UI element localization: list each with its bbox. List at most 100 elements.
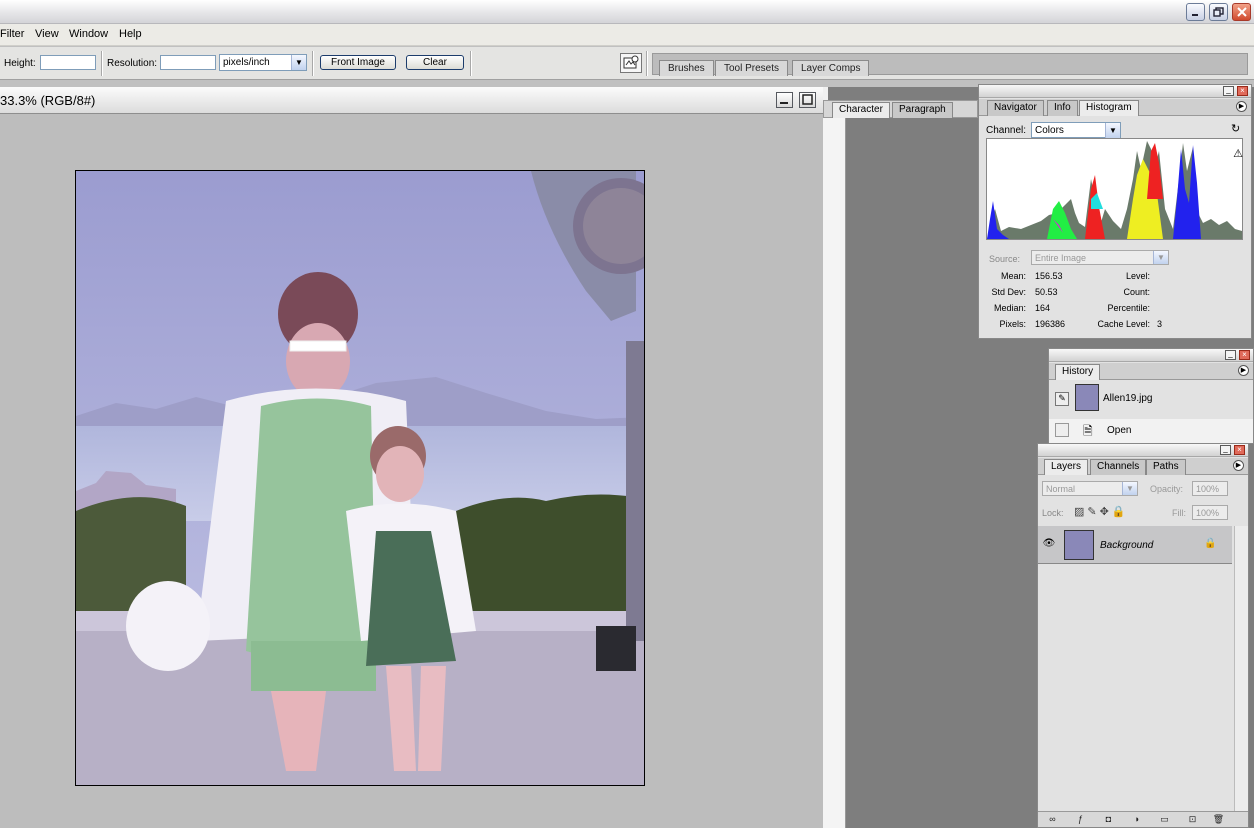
panel-header: _ × [1049, 349, 1253, 362]
histogram-panel: _ × Navigator Info Histogram ▶ Channel: … [978, 84, 1252, 339]
tab-paths[interactable]: Paths [1146, 459, 1186, 475]
restore-button[interactable] [1209, 3, 1228, 21]
lock-transparency-icon[interactable]: ▨ [1074, 506, 1087, 518]
histogram-graph [986, 138, 1243, 240]
clear-button[interactable]: Clear [406, 55, 464, 70]
open-state-label: Open [1107, 425, 1132, 436]
separator [646, 51, 648, 76]
blend-mode-select[interactable]: Normal ▼ [1042, 481, 1138, 496]
palette-menu-icon[interactable]: ▶ [1238, 365, 1249, 376]
title-bar [0, 0, 1254, 24]
layer-row-background[interactable]: 👁 Background 🔒 [1038, 526, 1232, 564]
height-input[interactable] [40, 55, 96, 70]
character-panel-body [823, 100, 846, 828]
channel-select[interactable]: Colors ▼ [1031, 122, 1121, 138]
percentile-label: Percentile: [1107, 303, 1150, 313]
well-tab-brushes[interactable]: Brushes [659, 60, 714, 76]
source-label: Source: [989, 254, 1021, 264]
tab-layers[interactable]: Layers [1044, 459, 1089, 475]
lock-move-icon[interactable]: ✥ [1100, 506, 1112, 518]
panel-minimize-button[interactable]: _ [1225, 350, 1236, 360]
chevron-down-icon: ▼ [1105, 123, 1120, 138]
tab-paragraph[interactable]: Paragraph [892, 102, 953, 118]
eye-icon[interactable]: 👁 [1042, 538, 1056, 552]
stddev-label: Std Dev: [991, 287, 1026, 297]
resolution-input[interactable] [160, 55, 216, 70]
mean-label: Mean: [1000, 271, 1026, 281]
file-browser-icon [623, 55, 639, 69]
minimize-icon [1192, 13, 1198, 16]
menu-help[interactable]: Help [119, 28, 142, 40]
layers-scrollbar[interactable] [1234, 526, 1248, 812]
palette-well: Brushes Tool Presets Layer Comps [652, 53, 1248, 76]
warning-icon: ⚠ [1233, 148, 1243, 160]
height-label: Height: [4, 58, 36, 69]
snapshot-thumbnail [1075, 384, 1099, 411]
history-state-open[interactable]: 🗎 Open [1049, 419, 1253, 443]
menu-window[interactable]: Window [69, 28, 108, 40]
tab-character[interactable]: Character [832, 102, 890, 118]
layers-toolbar: ∞ ƒ ◘ ◑ ▭ ⊡ 🗑 [1038, 811, 1248, 827]
fill-input[interactable]: 100% [1192, 505, 1228, 520]
panel-minimize-button[interactable]: _ [1220, 445, 1231, 455]
opacity-input[interactable]: 100% [1192, 481, 1228, 496]
menu-view[interactable]: View [35, 28, 59, 40]
minimize-button[interactable] [1186, 3, 1205, 21]
chevron-down-icon: ▼ [1122, 482, 1137, 495]
panel-close-button[interactable]: × [1239, 350, 1250, 360]
resolution-units-select[interactable]: pixels/inch ▼ [219, 54, 307, 71]
pixels-value: 196386 [1035, 319, 1066, 329]
tab-info[interactable]: Info [1047, 100, 1078, 116]
document-icon: 🗎 [1083, 424, 1093, 438]
well-tab-layer-comps[interactable]: Layer Comps [792, 60, 870, 76]
opacity-label: Opacity: [1150, 484, 1184, 494]
file-browser-button[interactable] [620, 53, 642, 73]
refresh-icon[interactable]: ↻ [1231, 124, 1243, 136]
canvas-photo[interactable] [75, 170, 645, 786]
panel-header: _ × [1038, 444, 1248, 457]
palette-menu-icon[interactable]: ▶ [1236, 101, 1247, 112]
tab-channels[interactable]: Channels [1090, 459, 1147, 475]
palette-menu-icon[interactable]: ▶ [1233, 460, 1244, 471]
new-group-icon[interactable]: ▭ [1158, 814, 1171, 825]
tab-navigator[interactable]: Navigator [987, 100, 1044, 116]
menu-filter[interactable]: Filter [0, 28, 24, 40]
lock-all-icon[interactable]: 🔒 [1112, 506, 1129, 518]
panel-close-button[interactable]: × [1237, 86, 1248, 96]
brush-source-icon[interactable]: ✎ [1055, 392, 1069, 406]
front-image-button[interactable]: Front Image [320, 55, 396, 70]
lock-label: Lock: [1042, 508, 1064, 518]
document-title-bar: 33.3% (RGB/8#) [0, 87, 823, 114]
tab-histogram[interactable]: Histogram [1079, 100, 1139, 116]
lock-icons[interactable]: ▨✎✥🔒 [1074, 505, 1129, 518]
mask-icon[interactable]: ◘ [1102, 814, 1115, 825]
photo-image [76, 171, 644, 785]
maximize-icon [802, 94, 813, 105]
link-icon[interactable]: ∞ [1046, 814, 1059, 825]
well-tab-tool-presets[interactable]: Tool Presets [715, 60, 789, 76]
history-snapshot-row[interactable]: ✎ Allen19.jpg [1049, 381, 1253, 414]
panel-header: _ × [979, 85, 1251, 98]
layer-name: Background [1100, 540, 1154, 551]
trash-icon[interactable]: 🗑 [1212, 814, 1225, 825]
lock-paint-icon[interactable]: ✎ [1087, 506, 1099, 518]
source-select[interactable]: Entire Image ▼ [1031, 250, 1169, 265]
close-button[interactable] [1232, 3, 1251, 21]
adjustment-layer-icon[interactable]: ◑ [1130, 814, 1143, 825]
panel-minimize-button[interactable]: _ [1223, 86, 1234, 96]
layer-style-icon[interactable]: ƒ [1074, 814, 1087, 825]
history-tabs: History ▶ [1049, 363, 1253, 380]
separator [101, 51, 103, 76]
new-layer-icon[interactable]: ⊡ [1186, 814, 1199, 825]
histogram-chart [987, 141, 1242, 239]
chevron-down-icon: ▼ [1153, 251, 1168, 264]
mean-value: 156.53 [1035, 271, 1063, 281]
panel-close-button[interactable]: × [1234, 445, 1245, 455]
tab-history[interactable]: History [1055, 364, 1101, 380]
restore-icon [1213, 7, 1224, 17]
doc-maximize-button[interactable] [799, 92, 816, 108]
doc-minimize-button[interactable] [776, 92, 793, 108]
history-panel: _ × History ▶ ✎ Allen19.jpg 🗎 Open [1048, 348, 1254, 444]
source-value: Entire Image [1035, 253, 1087, 263]
state-checkbox[interactable] [1055, 423, 1069, 437]
